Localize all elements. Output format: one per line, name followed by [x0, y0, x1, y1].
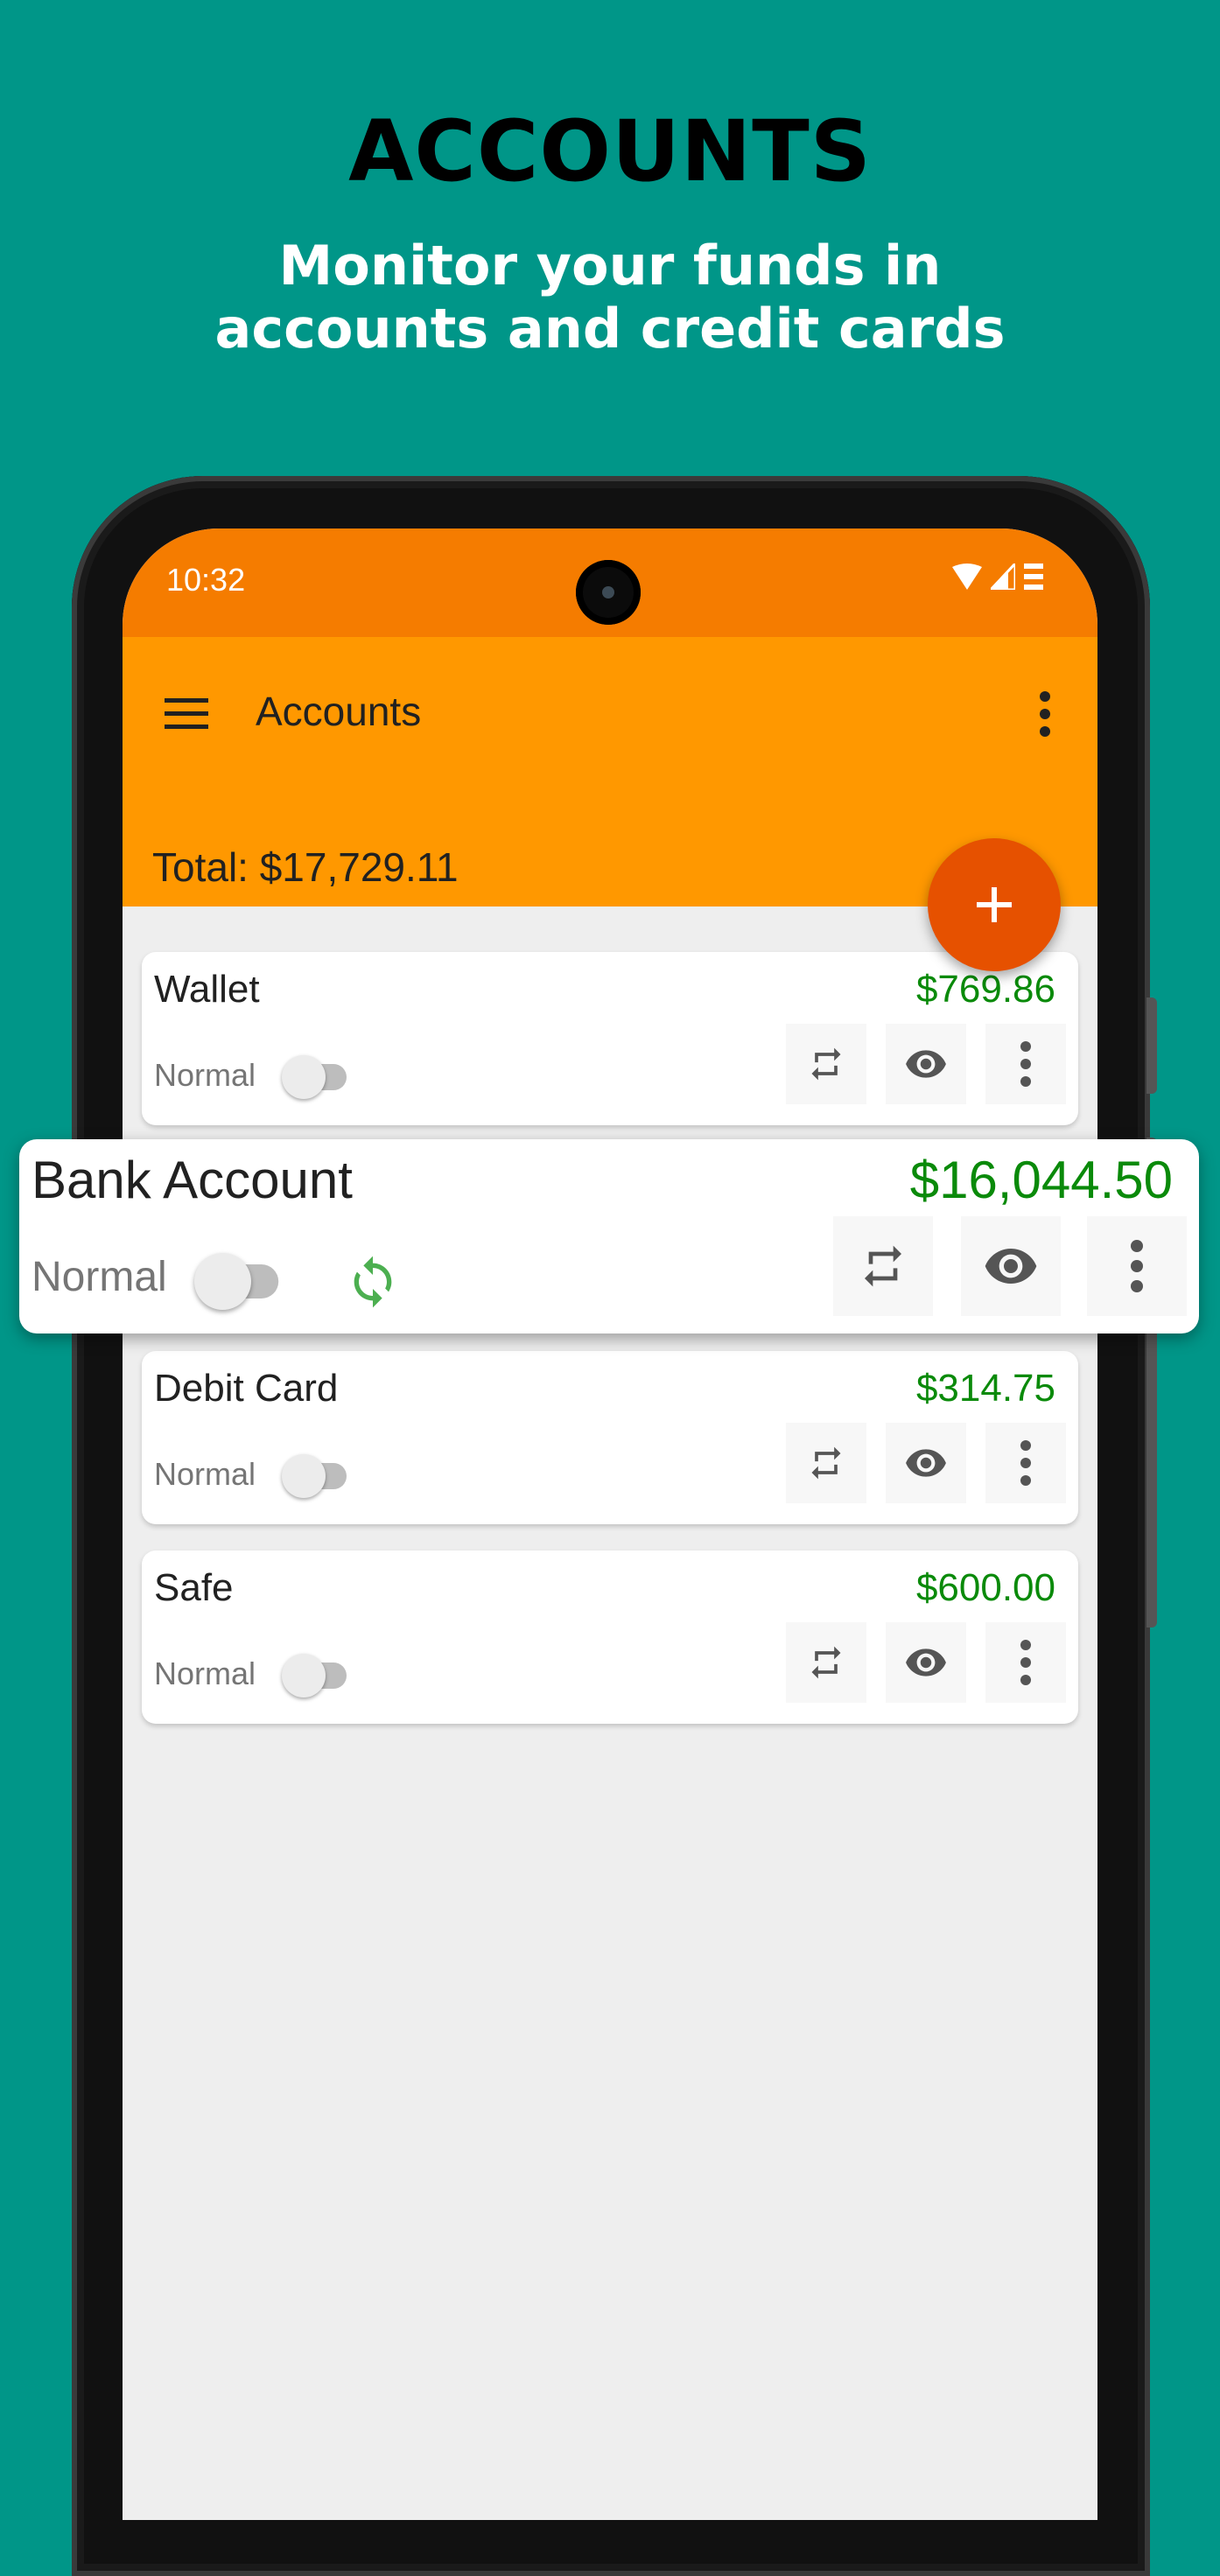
- account-card-wallet[interactable]: Wallet $769.86 Normal: [142, 952, 1078, 1125]
- transfer-icon: [865, 1245, 901, 1287]
- transfer-button[interactable]: [786, 1423, 866, 1503]
- more-vert-icon: [1131, 1240, 1143, 1292]
- view-button[interactable]: [886, 1423, 966, 1503]
- account-name: Bank Account: [32, 1151, 353, 1209]
- status-bar: 10:32: [123, 528, 1097, 637]
- eye-icon: [985, 1249, 1037, 1284]
- more-vert-icon: [1020, 1041, 1031, 1087]
- account-toggle[interactable]: [282, 1055, 354, 1099]
- account-name: Debit Card: [154, 1367, 339, 1410]
- battery-icon: [1024, 564, 1043, 590]
- eye-icon: [906, 1449, 946, 1477]
- signal-icon: [991, 564, 1015, 590]
- account-type-label: Normal: [154, 1057, 256, 1093]
- account-card-safe[interactable]: Safe $600.00 Normal: [142, 1550, 1078, 1724]
- promo-subtitle-line-1: Monitor your funds in: [278, 234, 942, 298]
- more-vert-icon: [1040, 691, 1050, 737]
- transfer-button[interactable]: [833, 1216, 933, 1316]
- toolbar-title: Accounts: [256, 689, 422, 734]
- account-amount: $16,044.50: [909, 1151, 1173, 1209]
- transfer-button[interactable]: [786, 1622, 866, 1703]
- view-button[interactable]: [886, 1622, 966, 1703]
- toggle-thumb: [194, 1253, 251, 1310]
- sync-icon: [354, 1256, 392, 1308]
- toolbar-overflow-button[interactable]: [1027, 686, 1062, 742]
- transfer-icon: [811, 1646, 841, 1679]
- toggle-thumb: [282, 1654, 326, 1698]
- status-icons: [952, 564, 1043, 590]
- account-name: Wallet: [154, 968, 260, 1011]
- transfer-icon: [811, 1446, 841, 1480]
- promo-title: ACCOUNTS: [348, 102, 872, 200]
- account-type-label: Normal: [32, 1254, 167, 1300]
- transfer-button[interactable]: [786, 1024, 866, 1104]
- promo-subtitle-line-2: accounts and credit cards: [214, 297, 1006, 360]
- account-amount: $769.86: [915, 968, 1055, 1011]
- account-card-bank-account[interactable]: Bank Account $16,044.50 Normal: [19, 1139, 1199, 1334]
- account-toggle[interactable]: [282, 1454, 354, 1498]
- add-account-fab[interactable]: [928, 838, 1061, 971]
- account-name: Safe: [154, 1566, 234, 1609]
- eye-icon: [906, 1648, 946, 1676]
- account-toggle[interactable]: [282, 1654, 354, 1698]
- account-more-button[interactable]: [985, 1024, 1066, 1104]
- account-type-label: Normal: [154, 1656, 256, 1691]
- sync-button[interactable]: [345, 1251, 401, 1312]
- account-amount: $600.00: [915, 1566, 1055, 1609]
- account-amount: $314.75: [915, 1367, 1055, 1410]
- phone-side-button: [1146, 998, 1157, 1094]
- status-time: 10:32: [166, 562, 246, 598]
- toggle-thumb: [282, 1454, 326, 1498]
- more-vert-icon: [1020, 1640, 1031, 1685]
- front-camera: [576, 560, 641, 625]
- app-screen: 10:32 Accounts Total: $17,729.11 Wallet …: [123, 528, 1097, 2520]
- hamburger-menu-button[interactable]: [163, 690, 212, 738]
- hamburger-menu-icon: [165, 698, 208, 729]
- view-button[interactable]: [886, 1024, 966, 1104]
- view-button[interactable]: [961, 1216, 1061, 1316]
- wifi-icon: [952, 564, 982, 590]
- account-more-button[interactable]: [1087, 1216, 1187, 1316]
- account-more-button[interactable]: [985, 1423, 1066, 1503]
- eye-icon: [906, 1050, 946, 1078]
- account-toggle[interactable]: [194, 1253, 288, 1310]
- toggle-thumb: [282, 1055, 326, 1099]
- transfer-icon: [811, 1047, 841, 1081]
- total-balance: Total: $17,729.11: [152, 844, 459, 890]
- promo-subtitle: Monitor your funds in accounts and credi…: [0, 234, 1220, 360]
- account-more-button[interactable]: [985, 1622, 1066, 1703]
- plus-icon: [977, 887, 1012, 922]
- more-vert-icon: [1020, 1440, 1031, 1486]
- account-card-debit-card[interactable]: Debit Card $314.75 Normal: [142, 1351, 1078, 1524]
- account-type-label: Normal: [154, 1456, 256, 1492]
